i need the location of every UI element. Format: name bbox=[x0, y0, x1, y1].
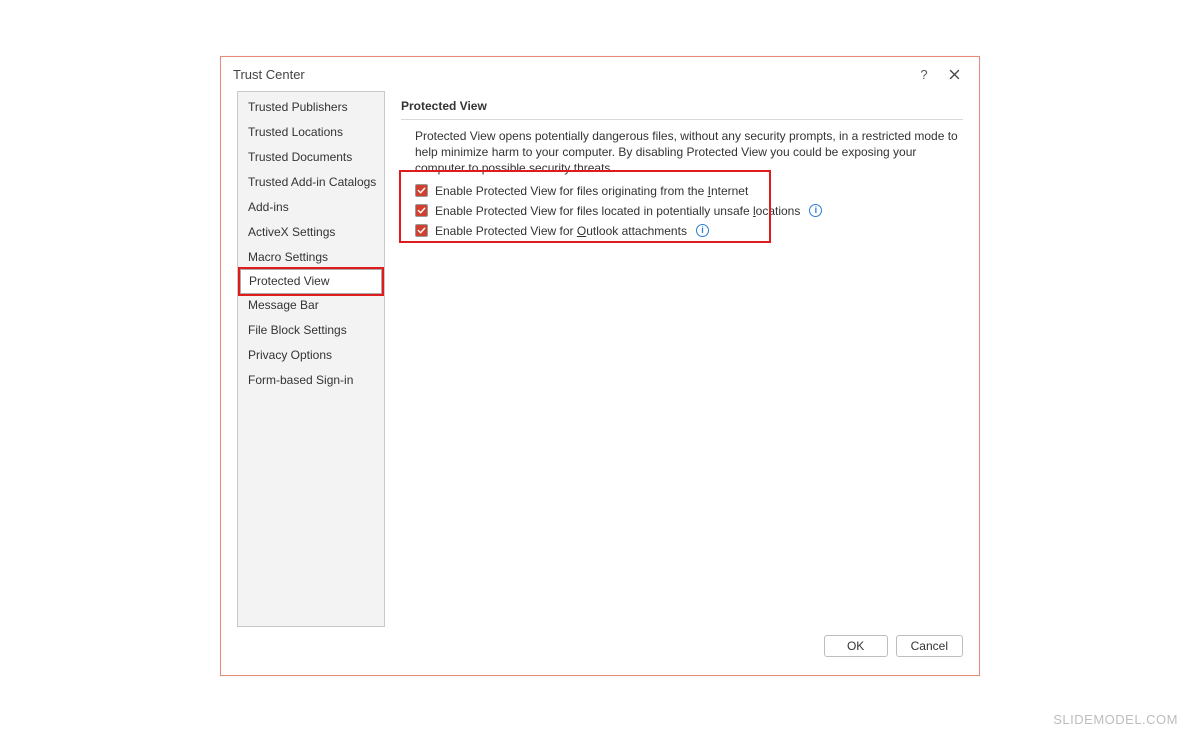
trust-center-dialog: Trust Center ? Trusted PublishersTrusted… bbox=[220, 56, 980, 676]
sidebar-item-label: Macro Settings bbox=[248, 250, 328, 264]
option-label[interactable]: Enable Protected View for files located … bbox=[435, 204, 800, 218]
section-description: Protected View opens potentially dangero… bbox=[401, 128, 961, 177]
ok-button[interactable]: OK bbox=[824, 635, 888, 657]
sidebar-item-trusted-add-in-catalogs[interactable]: Trusted Add-in Catalogs bbox=[238, 170, 384, 195]
help-button[interactable]: ? bbox=[909, 60, 939, 88]
sidebar-item-label: Trusted Locations bbox=[248, 125, 343, 139]
checkbox[interactable] bbox=[415, 184, 428, 197]
sidebar-item-protected-view[interactable]: Protected View bbox=[240, 269, 382, 294]
sidebar-item-trusted-publishers[interactable]: Trusted Publishers bbox=[238, 95, 384, 120]
cancel-button[interactable]: Cancel bbox=[896, 635, 963, 657]
sidebar-item-file-block-settings[interactable]: File Block Settings bbox=[238, 318, 384, 343]
main-panel: Protected View Protected View opens pote… bbox=[401, 91, 963, 627]
option-row: Enable Protected View for files located … bbox=[415, 201, 963, 221]
dialog-footer: OK Cancel bbox=[221, 627, 979, 675]
info-icon[interactable]: i bbox=[809, 204, 822, 217]
sidebar-item-label: Trusted Publishers bbox=[248, 100, 348, 114]
section-title: Protected View bbox=[401, 99, 963, 120]
sidebar-item-add-ins[interactable]: Add-ins bbox=[238, 195, 384, 220]
close-button[interactable] bbox=[939, 60, 969, 88]
sidebar-item-label: Protected View bbox=[249, 274, 330, 288]
check-icon bbox=[417, 186, 426, 195]
sidebar-item-label: Message Bar bbox=[248, 298, 319, 312]
dialog-title: Trust Center bbox=[233, 67, 305, 82]
options-group: Enable Protected View for files originat… bbox=[401, 181, 963, 241]
sidebar-item-label: File Block Settings bbox=[248, 323, 347, 337]
sidebar-item-message-bar[interactable]: Message Bar bbox=[238, 293, 384, 318]
sidebar-item-trusted-documents[interactable]: Trusted Documents bbox=[238, 145, 384, 170]
checkbox[interactable] bbox=[415, 204, 428, 217]
sidebar-item-label: Trusted Documents bbox=[248, 150, 352, 164]
check-icon bbox=[417, 226, 426, 235]
sidebar-item-trusted-locations[interactable]: Trusted Locations bbox=[238, 120, 384, 145]
sidebar-item-macro-settings[interactable]: Macro Settings bbox=[238, 245, 384, 270]
sidebar: Trusted Publishers Trusted Locations Trust… bbox=[237, 91, 385, 627]
check-icon bbox=[417, 206, 426, 215]
sidebar-item-label: Add-ins bbox=[248, 200, 289, 214]
close-icon bbox=[949, 69, 960, 80]
option-label[interactable]: Enable Protected View for files originat… bbox=[435, 184, 748, 198]
checkbox[interactable] bbox=[415, 224, 428, 237]
info-icon[interactable]: i bbox=[696, 224, 709, 237]
watermark: SLIDEMODEL.COM bbox=[1053, 712, 1178, 727]
sidebar-item-label: Form-based Sign-in bbox=[248, 373, 353, 387]
sidebar-item-label: ActiveX Settings bbox=[248, 225, 335, 239]
titlebar: Trust Center ? bbox=[221, 57, 979, 91]
option-row: Enable Protected View for Outlook attach… bbox=[415, 221, 963, 241]
sidebar-item-activex-settings[interactable]: ActiveX Settings bbox=[238, 220, 384, 245]
option-label[interactable]: Enable Protected View for Outlook attach… bbox=[435, 224, 687, 238]
option-row: Enable Protected View for files originat… bbox=[415, 181, 963, 201]
sidebar-item-form-based-sign-in[interactable]: Form-based Sign-in bbox=[238, 368, 384, 393]
sidebar-item-privacy-options[interactable]: Privacy Options bbox=[238, 343, 384, 368]
sidebar-item-label: Trusted Add-in Catalogs bbox=[248, 175, 376, 189]
sidebar-item-label: Privacy Options bbox=[248, 348, 332, 362]
